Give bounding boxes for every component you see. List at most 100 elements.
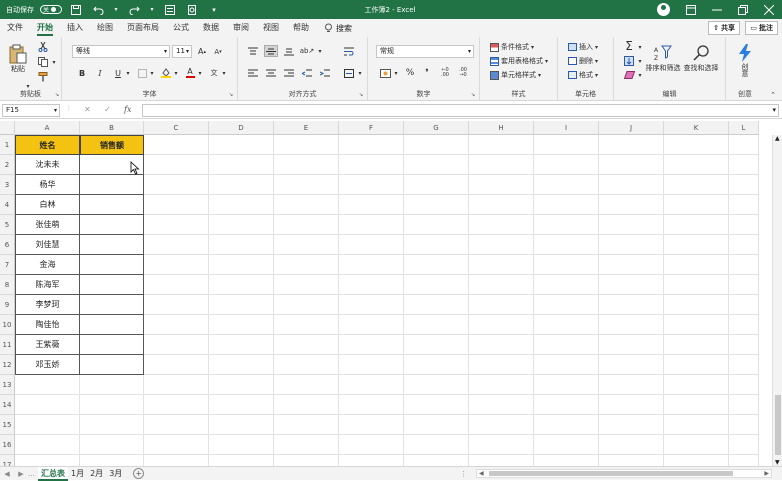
cell-d13[interactable] [209,375,274,395]
cell-j6[interactable] [599,235,664,255]
save-icon[interactable] [68,3,84,17]
cell-i7[interactable] [534,255,599,275]
cell-g10[interactable] [404,315,469,335]
header-cell-name[interactable]: 姓名 [15,135,80,155]
customize-quick-access-icon[interactable]: ▾ [206,3,222,17]
cell-i9[interactable] [534,295,599,315]
horizontal-scrollbar[interactable]: ◀ ▶ [476,469,772,478]
cell-d15[interactable] [209,415,274,435]
sheet-tabs-more-icon[interactable]: … [28,470,38,478]
cell-k11[interactable] [664,335,729,355]
sales-cell[interactable] [80,195,144,215]
cell-e6[interactable] [274,235,339,255]
cell-d6[interactable] [209,235,274,255]
row-header-6[interactable]: 6 [0,235,15,255]
cell-e13[interactable] [274,375,339,395]
cell-h4[interactable] [469,195,534,215]
scroll-right-icon[interactable]: ▶ [764,470,769,477]
cell-f13[interactable] [339,375,404,395]
share-button[interactable]: ⇧ 共享 [708,21,740,35]
cell-b15[interactable] [80,415,144,435]
copy-dropdown-icon[interactable]: ▾ [50,56,58,68]
cell-f11[interactable] [339,335,404,355]
name-cell[interactable]: 白林 [15,195,80,215]
minimize-icon[interactable] [704,3,730,17]
cell-k10[interactable] [664,315,729,335]
cell-k16[interactable] [664,435,729,455]
cell-j12[interactable] [599,355,664,375]
sales-cell[interactable] [80,315,144,335]
cell-k1[interactable] [664,135,729,155]
cell-b16[interactable] [80,435,144,455]
cell-g16[interactable] [404,435,469,455]
format-as-table-button[interactable]: 套用表格格式 ▾ [490,55,548,67]
cell-j2[interactable] [599,155,664,175]
undo-icon[interactable] [90,3,106,17]
sales-cell[interactable] [80,255,144,275]
cell-f12[interactable] [339,355,404,375]
align-center-icon[interactable] [264,67,278,79]
undo-dropdown-icon[interactable]: ▾ [112,3,120,17]
cell-c15[interactable] [144,415,209,435]
name-cell[interactable]: 陶佳怡 [15,315,80,335]
cell-g3[interactable] [404,175,469,195]
cell-f8[interactable] [339,275,404,295]
formula-input[interactable]: ▾ [142,104,779,117]
cell-h1[interactable] [469,135,534,155]
name-cell[interactable]: 陈海军 [15,275,80,295]
cell-e11[interactable] [274,335,339,355]
sheet-tab-summary[interactable]: 汇总表 [38,466,68,481]
cell-h13[interactable] [469,375,534,395]
cell-j13[interactable] [599,375,664,395]
cell-k5[interactable] [664,215,729,235]
cell-l13[interactable] [729,375,759,395]
cell-d8[interactable] [209,275,274,295]
cell-j15[interactable] [599,415,664,435]
cell-a15[interactable] [15,415,80,435]
cell-c1[interactable] [144,135,209,155]
cell-d14[interactable] [209,395,274,415]
align-left-icon[interactable] [246,67,260,79]
cell-c2[interactable] [144,155,209,175]
cell-i3[interactable] [534,175,599,195]
accounting-dropdown-icon[interactable]: ▾ [392,67,400,79]
restore-icon[interactable] [730,3,756,17]
cell-g8[interactable] [404,275,469,295]
row-header-5[interactable]: 5 [0,215,15,235]
next-sheet-icon[interactable]: ▶ [14,470,28,478]
borders-dropdown-icon[interactable]: ▾ [148,67,156,79]
redo-icon[interactable] [126,3,142,17]
create-button[interactable]: 创意 [732,39,758,81]
cell-e10[interactable] [274,315,339,335]
column-header-j[interactable]: J [599,121,664,135]
cell-c7[interactable] [144,255,209,275]
number-launcher-icon[interactable]: ↘ [470,91,476,98]
collapse-ribbon-icon[interactable]: ⌃ [768,91,778,99]
cell-i8[interactable] [534,275,599,295]
sheet-tab-feb[interactable]: 2月 [87,467,106,481]
cell-k2[interactable] [664,155,729,175]
autosum-dropdown-icon[interactable]: ▾ [636,41,644,53]
comma-style-button[interactable]: ❜ [422,67,432,79]
format-cells-button[interactable]: 格式 ▾ [568,69,598,81]
cell-g5[interactable] [404,215,469,235]
sales-cell[interactable] [80,355,144,375]
vertical-scroll-thumb[interactable] [775,395,781,455]
cell-h12[interactable] [469,355,534,375]
cell-k3[interactable] [664,175,729,195]
sales-cell[interactable] [80,295,144,315]
cell-h9[interactable] [469,295,534,315]
bold-button[interactable]: B [76,67,88,79]
cell-f14[interactable] [339,395,404,415]
expand-formula-bar-icon[interactable]: ▾ [772,106,776,114]
scroll-down-icon[interactable]: ▼ [775,459,780,466]
cell-k14[interactable] [664,395,729,415]
cell-c4[interactable] [144,195,209,215]
autosave-toggle[interactable]: 关 [40,5,62,14]
worksheet-grid[interactable]: A B C D E F G H I J K L 1 姓名 销售额 2 沈未未 3 杨华 4 白林 5 张佳萌 6 刘佳慧 7 金海 8… [0,121,759,475]
insert-function-icon[interactable]: fx [124,105,131,114]
merge-dropdown-icon[interactable]: ▾ [356,67,364,79]
name-cell[interactable]: 张佳萌 [15,215,80,235]
cell-h15[interactable] [469,415,534,435]
cell-j4[interactable] [599,195,664,215]
